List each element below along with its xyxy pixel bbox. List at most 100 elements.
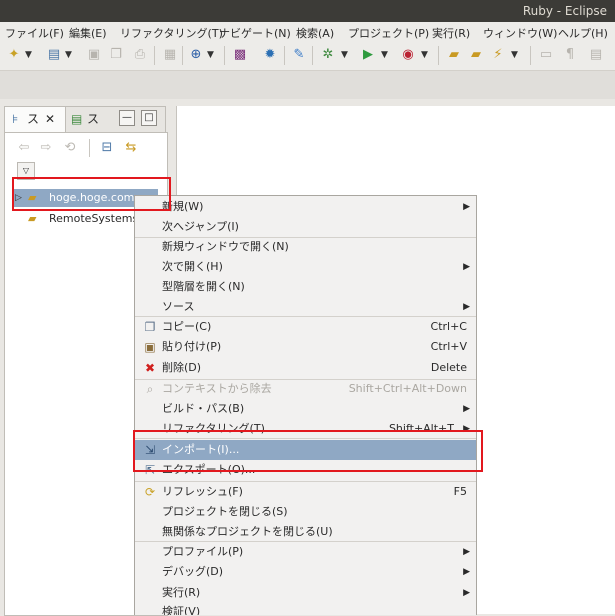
view-menu-icon[interactable]: ▽ <box>17 162 35 180</box>
gear-icon[interactable]: ✹ <box>262 47 278 63</box>
paragraph-icon[interactable]: ¶ <box>562 47 578 63</box>
menu-refactor[interactable]: リファクタリング(T) <box>120 25 223 41</box>
toolbar-separator <box>89 139 90 157</box>
menu-item-import[interactable]: ⇲ インポート(I)... <box>135 440 476 460</box>
toolbar-separator <box>284 46 285 65</box>
menu-item-open-with[interactable]: 次で開く(H) ▶ <box>135 257 476 277</box>
menu-window[interactable]: ウィンドウ(W) <box>483 25 557 41</box>
menu-item-remove-context[interactable]: ⌕ コンテキストから除去 Shift+Ctrl+Alt+Down <box>135 379 476 399</box>
menu-item-close-unrelated[interactable]: 無関係なプロジェクトを閉じる(U) <box>135 522 476 542</box>
toolbar-separator <box>530 46 531 65</box>
menu-item-source[interactable]: ソース ▶ <box>135 297 476 317</box>
chevron-down-icon[interactable]: ▼ <box>380 47 389 63</box>
window-title: Ruby - Eclipse <box>522 4 607 18</box>
submenu-arrow-icon: ▶ <box>463 302 470 312</box>
chevron-down-icon[interactable]: ▼ <box>206 47 215 63</box>
globe-icon[interactable]: ⊕ <box>188 47 204 63</box>
expand-arrow-icon[interactable]: ▷ <box>15 189 22 207</box>
copy-icon: ❐ <box>144 320 156 334</box>
link-editor-icon[interactable]: ⇆ <box>123 140 139 156</box>
menu-edit[interactable]: 編集(E) <box>69 25 107 41</box>
menu-item-validate[interactable]: 検証(V) <box>135 602 476 615</box>
console-icon[interactable]: ▦ <box>162 47 178 63</box>
import-icon: ⇲ <box>144 443 156 457</box>
pin-icon[interactable]: ✎ <box>291 47 307 63</box>
toolbar-separator <box>224 46 225 65</box>
chevron-down-icon[interactable]: ▼ <box>510 47 519 63</box>
submenu-arrow-icon: ▶ <box>463 202 470 212</box>
menu-run[interactable]: 実行(R) <box>432 25 470 41</box>
export-icon: ⇱ <box>144 463 156 477</box>
menu-bar: ファイル(F) 編集(E) リファクタリング(T) ナビゲート(N) 検索(A)… <box>0 22 615 42</box>
external-tools-icon[interactable]: ◉ <box>400 47 416 63</box>
menu-item-export[interactable]: ⇱ エクスポート(O)... <box>135 460 476 480</box>
menu-item-profile[interactable]: プロファイル(P) ▶ <box>135 542 476 562</box>
wand-icon[interactable]: ⚡ <box>490 47 506 63</box>
folder-open-icon[interactable]: ▰ <box>446 47 462 63</box>
minimize-icon[interactable]: — <box>119 110 135 126</box>
maximize-icon[interactable]: □ <box>141 110 157 126</box>
menu-item-debug[interactable]: デバッグ(D) ▶ <box>135 562 476 582</box>
block-icon[interactable]: ▤ <box>588 47 604 63</box>
save-icon[interactable]: ▣ <box>86 47 102 63</box>
remove-context-icon: ⌕ <box>146 382 154 396</box>
tab-project-explorer[interactable]: ⊧ ス ✕ <box>5 107 66 132</box>
menu-item-refactor[interactable]: リファクタリング(T) Shift+Alt+T ▶ <box>135 419 476 439</box>
tab-second-view[interactable]: ▤ ス <box>67 107 105 132</box>
submenu-arrow-icon: ▶ <box>463 404 470 414</box>
menu-project[interactable]: プロジェクト(P) <box>348 25 429 41</box>
save-all-icon[interactable]: ❐ <box>108 47 124 63</box>
print-icon[interactable]: ⎙ <box>132 47 148 63</box>
menu-help[interactable]: ヘルプ(H) <box>558 25 608 41</box>
menu-file[interactable]: ファイル(F) <box>5 25 64 41</box>
submenu-arrow-icon: ▶ <box>463 588 470 598</box>
palette-icon[interactable]: ▩ <box>232 47 248 63</box>
refresh-icon: ⟳ <box>144 485 156 499</box>
back-icon[interactable]: ⇦ <box>16 140 32 156</box>
menu-search[interactable]: 検索(A) <box>296 25 334 41</box>
toolbar-separator <box>438 46 439 65</box>
chevron-down-icon[interactable]: ▼ <box>24 47 33 63</box>
menu-item-delete[interactable]: ✖ 削除(D) Delete <box>135 358 476 378</box>
up-icon[interactable]: ⟲ <box>62 140 78 156</box>
toolbar-separator <box>312 46 313 65</box>
perspective-bar <box>0 71 615 99</box>
menu-item-refresh[interactable]: ⟳ リフレッシュ(F) F5 <box>135 482 476 502</box>
menu-item-open-new-window[interactable]: 新規ウィンドウで開く(N) <box>135 237 476 257</box>
menu-item-new[interactable]: 新規(W) ▶ <box>135 197 476 217</box>
title-bar: Ruby - Eclipse <box>0 0 615 22</box>
menu-item-open-type-hierarchy[interactable]: 型階層を開く(N) <box>135 277 476 297</box>
chevron-down-icon[interactable]: ▼ <box>340 47 349 63</box>
delete-icon: ✖ <box>144 361 156 375</box>
toolbar-separator <box>182 46 183 65</box>
menu-item-go-into[interactable]: 次へジャンプ(I) <box>135 217 476 237</box>
menu-item-build-path[interactable]: ビルド・パス(B) ▶ <box>135 399 476 419</box>
close-icon[interactable]: ✕ <box>45 107 55 132</box>
folder-icon[interactable]: ▰ <box>468 47 484 63</box>
new-project-icon[interactable]: ▤ <box>46 47 62 63</box>
forward-icon[interactable]: ⇨ <box>38 140 54 156</box>
paste-icon: ▣ <box>144 340 156 354</box>
collapse-all-icon[interactable]: ⊟ <box>99 140 115 156</box>
folder-icon: ▰ <box>28 212 37 225</box>
menu-item-close-project[interactable]: プロジェクトを閉じる(S) <box>135 502 476 522</box>
menu-item-paste[interactable]: ▣ 貼り付け(P) Ctrl+V <box>135 337 476 357</box>
submenu-arrow-icon: ▶ <box>463 262 470 272</box>
chevron-down-icon[interactable]: ▼ <box>420 47 429 63</box>
main-toolbar: ✦ ▼ ▤ ▼ ▣ ❐ ⎙ ▦ ⊕ ▼ ▩ ✹ ✎ ✲ ▼ ▶ ▼ ◉ ▼ ▰ … <box>0 42 615 71</box>
context-menu: 新規(W) ▶ 次へジャンプ(I) 新規ウィンドウで開く(N) 次で開く(H) ▶ … <box>134 195 477 615</box>
menu-item-copy[interactable]: ❐ コピー(C) Ctrl+C <box>135 317 476 337</box>
menu-navigate[interactable]: ナビゲート(N) <box>219 25 291 41</box>
new-icon[interactable]: ✦ <box>6 47 22 63</box>
toolbar-separator <box>154 46 155 65</box>
debug-icon[interactable]: ✲ <box>320 47 336 63</box>
hierarchy-icon: ⊧ <box>12 112 19 126</box>
menu-separator <box>135 438 476 439</box>
chevron-down-icon[interactable]: ▼ <box>64 47 73 63</box>
run-icon[interactable]: ▶ <box>360 47 376 63</box>
menu-item-run[interactable]: 実行(R) ▶ <box>135 583 476 603</box>
submenu-arrow-icon: ▶ <box>463 547 470 557</box>
outline-icon: ▤ <box>71 112 83 126</box>
view-tab-strip: ⊧ ス ✕ ▤ ス — □ <box>4 106 166 133</box>
toggle-icon[interactable]: ▭ <box>538 47 554 63</box>
